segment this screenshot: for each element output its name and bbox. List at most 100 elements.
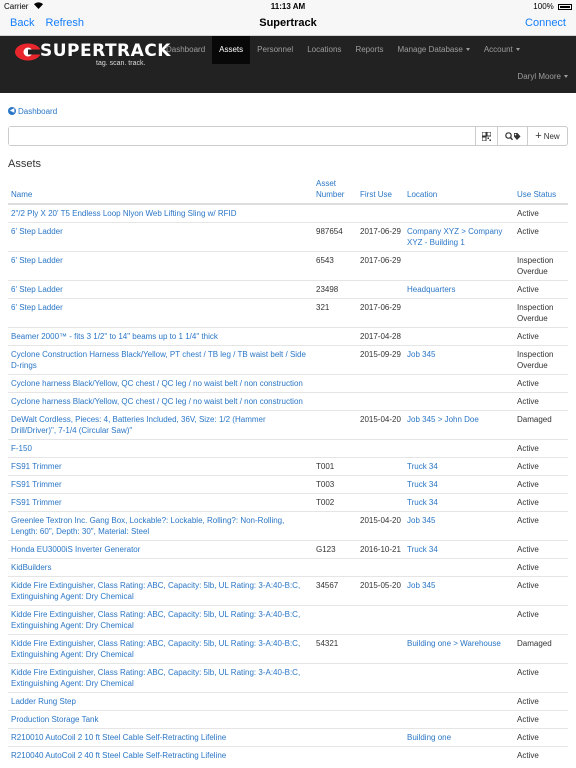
refresh-button[interactable]: Refresh [46,17,85,29]
search-tag-button[interactable] [497,127,527,145]
cell-asset-name-link: Honda EU3000iS Inverter Generator [8,540,313,559]
asset-name-link[interactable]: Cyclone Construction Harness Black/Yello… [11,350,306,370]
asset-name-link[interactable]: FS91 Trimmer [11,462,62,471]
asset-name-link[interactable]: 6' Step Ladder [11,303,63,312]
table-row[interactable]: Cyclone harness Black/Yellow, QC chest /… [8,392,568,411]
asset-name-link[interactable]: Kidde Fire Extinguisher, Class Rating: A… [11,581,300,601]
back-button[interactable]: Back [10,17,34,29]
menu-locations[interactable]: Locations [300,36,348,64]
location-link[interactable]: Truck 34 [407,480,438,489]
table-row[interactable]: Beamer 2000™ - fits 3 1/2" to 14" beams … [8,327,568,346]
asset-name-link[interactable]: DeWalt Cordless, Pieces: 4, Batteries In… [11,415,266,435]
asset-name-link[interactable]: 6' Step Ladder [11,285,63,294]
table-row[interactable]: R210010 AutoCoil 2 10 ft Steel Cable Sel… [8,728,568,747]
table-row[interactable]: Ladder Rung Step Active [8,692,568,711]
table-row[interactable]: FS91 Trimmer T001 Truck 34 Active [8,457,568,476]
header-first-use[interactable]: First Use [357,178,404,205]
asset-name-link[interactable]: Kidde Fire Extinguisher, Class Rating: A… [11,639,300,659]
cell-location-link [404,692,514,711]
menu-personnel[interactable]: Personnel [250,36,300,64]
header-asset-number[interactable]: Asset Number [313,178,357,205]
table-row[interactable]: F-150 Active [8,439,568,458]
search-input[interactable] [9,127,475,145]
asset-name-link[interactable]: Ladder Rung Step [11,697,76,706]
asset-name-link[interactable]: Cyclone harness Black/Yellow, QC chest /… [11,379,303,388]
table-row[interactable]: Kidde Fire Extinguisher, Class Rating: A… [8,634,568,664]
asset-name-link[interactable]: Kidde Fire Extinguisher, Class Rating: A… [11,668,300,688]
asset-name-link[interactable]: Kidde Fire Extinguisher, Class Rating: A… [11,610,300,630]
asset-name-link[interactable]: 2"/2 Ply X 20' T5 Endless Loop Nlyon Web… [11,209,237,218]
asset-name-link[interactable]: 6' Step Ladder [11,256,63,265]
asset-name-link[interactable]: Cyclone harness Black/Yellow, QC chest /… [11,397,303,406]
table-row[interactable]: Kidde Fire Extinguisher, Class Rating: A… [8,605,568,635]
asset-name-link[interactable]: 6' Step Ladder [11,227,63,236]
cell-asset-number [313,746,357,764]
location-link[interactable]: Building one > Warehouse [407,639,501,648]
location-link[interactable]: Job 345 > John Doe [407,415,479,424]
location-link[interactable]: Truck 34 [407,545,438,554]
supertrack-logo[interactable]: SUPERTRACK tag. scan. track. [14,41,170,67]
asset-name-link[interactable]: KidBuilders [11,563,51,572]
connect-button[interactable]: Connect [525,17,566,29]
table-row[interactable]: 6' Step Ladder 23498 Headquarters Active [8,280,568,299]
asset-name-link[interactable]: Greenlee Textron Inc. Gang Box, Lockable… [11,516,284,536]
location-link[interactable]: Job 345 [407,581,435,590]
cell-location-link [404,203,514,223]
table-row[interactable]: KidBuilders Active [8,558,568,577]
table-row[interactable]: Kidde Fire Extinguisher, Class Rating: A… [8,663,568,693]
asset-name-link[interactable]: FS91 Trimmer [11,480,62,489]
user-menu[interactable]: Daryl Moore [517,72,568,81]
location-link[interactable]: Truck 34 [407,462,438,471]
menu-manage-database[interactable]: Manage Database [390,36,476,64]
asset-name-link[interactable]: R210010 AutoCoil 2 10 ft Steel Cable Sel… [11,733,226,742]
menu-account[interactable]: Account [477,36,527,64]
cell-asset-number [313,374,357,393]
asset-name-link[interactable]: Beamer 2000™ - fits 3 1/2" to 14" beams … [11,332,218,341]
use-status: Active [517,751,539,760]
table-row[interactable]: 6' Step Ladder 987654 2017-06-29 Company XY… [8,222,568,252]
asset-number: 6543 [316,256,334,265]
table-row[interactable]: Production Storage Tank Active [8,710,568,729]
table-row[interactable]: Cyclone Construction Harness Black/Yello… [8,345,568,375]
cell-asset-number [313,345,357,375]
table-row[interactable]: 6' Step Ladder 6543 2017-06-29 Inspection O… [8,251,568,281]
qr-scan-button[interactable] [475,127,497,145]
cell-use-status: Active [514,576,568,606]
menu-dashboard[interactable]: Dashboard [159,36,212,64]
breadcrumb-dashboard-link[interactable]: Dashboard [18,107,57,116]
location-link[interactable]: Job 345 [407,516,435,525]
location-link[interactable]: Job 345 [407,350,435,359]
table-row[interactable]: Greenlee Textron Inc. Gang Box, Lockable… [8,511,568,541]
menu-reports[interactable]: Reports [348,36,390,64]
new-asset-button[interactable]: + New [527,127,567,145]
cell-location-link: Job 345 [404,511,514,541]
header-use-status[interactable]: Use Status [514,178,568,205]
location-link[interactable]: Headquarters [407,285,455,294]
cell-use-status: Active [514,392,568,411]
caret-down-icon [515,48,520,52]
asset-name-link[interactable]: Production Storage Tank [11,715,98,724]
header-location[interactable]: Location [404,178,514,205]
location-link[interactable]: Truck 34 [407,498,438,507]
table-row[interactable]: 2"/2 Ply X 20' T5 Endless Loop Nlyon Web… [8,203,568,223]
asset-name-link[interactable]: Honda EU3000iS Inverter Generator [11,545,140,554]
table-row[interactable]: DeWalt Cordless, Pieces: 4, Batteries In… [8,410,568,440]
cell-asset-number [313,710,357,729]
location-link[interactable]: Building one [407,733,451,742]
location-link[interactable]: Company XYZ > Company XYZ - Building 1 [407,227,502,247]
asset-name-link[interactable]: F-150 [11,444,32,453]
table-row[interactable]: R210040 AutoCoil 2 40 ft Steel Cable Sel… [8,746,568,764]
table-row[interactable]: Cyclone harness Black/Yellow, QC chest /… [8,374,568,393]
table-row[interactable]: Honda EU3000iS Inverter Generator G123 201… [8,540,568,559]
asset-name-link[interactable]: R210040 AutoCoil 2 40 ft Steel Cable Sel… [11,751,226,760]
table-row[interactable]: Kidde Fire Extinguisher, Class Rating: A… [8,576,568,606]
table-row[interactable]: FS91 Trimmer T002 Truck 34 Active [8,493,568,512]
cell-asset-number: 321 [313,298,357,328]
search-tag-icon [504,131,520,140]
menu-assets[interactable]: Assets [212,36,251,64]
table-row[interactable]: 6' Step Ladder 321 2017-06-29 Inspection Ov… [8,298,568,328]
asset-name-link[interactable]: FS91 Trimmer [11,498,62,507]
breadcrumb[interactable]: ◀ Dashboard [8,105,568,117]
table-row[interactable]: FS91 Trimmer T003 Truck 34 Active [8,475,568,494]
header-name[interactable]: Name [8,178,313,205]
